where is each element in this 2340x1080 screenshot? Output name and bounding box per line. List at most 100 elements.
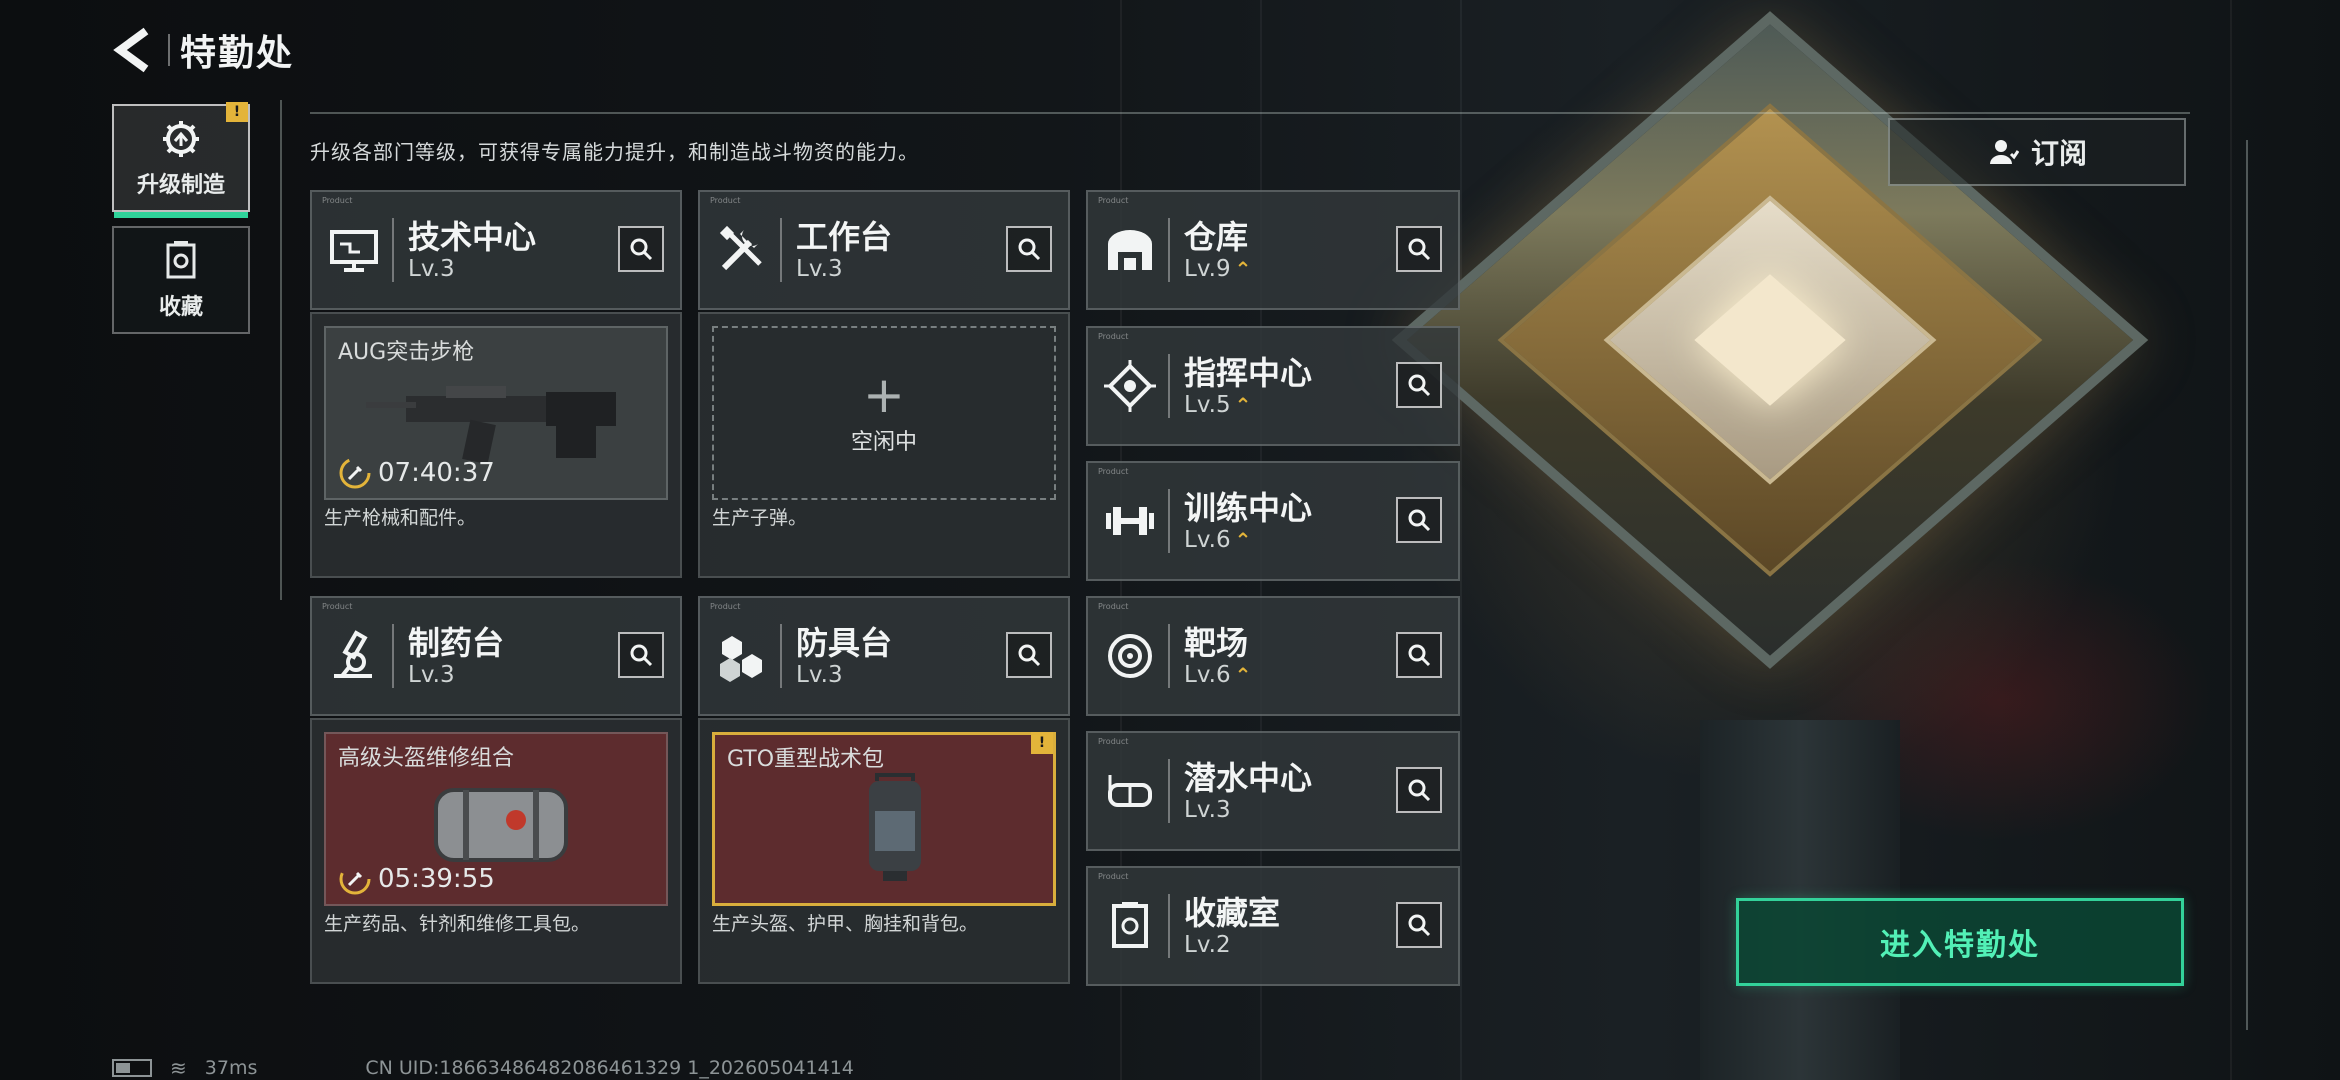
search-icon (1408, 914, 1431, 937)
search-button[interactable] (618, 226, 664, 272)
facility-caption: 生产枪械和配件。 (324, 507, 477, 529)
command-chip-icon (1102, 358, 1158, 414)
subscribe-label: 订阅 (2030, 137, 2087, 170)
upgrade-available-icon: ⌃ (1234, 528, 1252, 552)
warehouse-icon (1102, 222, 1158, 278)
facility-level: Lv.5 (1184, 392, 1231, 418)
item-name: AUG突击步枪 (338, 340, 475, 365)
upgrade-available-icon: ⌃ (1234, 663, 1252, 687)
facility-level: Lv.3 (796, 662, 843, 688)
facility-level: Lv.3 (408, 256, 455, 282)
facility-level: Lv.9 (1184, 256, 1231, 282)
back-arrow-icon[interactable] (112, 27, 154, 73)
enter-special-ops-button[interactable]: 进入特勤处 (1736, 898, 2184, 986)
production-timer: 05:39:55 (338, 862, 495, 896)
facility-card-pharmacy[interactable]: Product 制药台 Lv.3 (310, 596, 682, 716)
search-button[interactable] (1396, 632, 1442, 678)
facility-level: Lv.3 (796, 256, 843, 282)
subscribe-person-icon (1989, 140, 2019, 164)
armor-blocks-icon (714, 628, 770, 684)
tab-label: 升级制造 (136, 173, 225, 198)
search-button[interactable] (1396, 362, 1442, 408)
facility-name: 潜水中心 (1184, 759, 1313, 797)
search-icon (1408, 238, 1431, 261)
production-panel: ! GTO重型战术包 生产头盔、护甲、胸挂和背包。 (698, 718, 1070, 984)
battery-icon (112, 1059, 152, 1077)
production-timer: 07:40:37 (338, 456, 495, 490)
facility-card-shooting-range[interactable]: Product 靶场 Lv.6 ⌃ (1086, 596, 1460, 716)
facility-card-tech-center[interactable]: Product 技术中心 Lv.3 (310, 190, 682, 310)
microscope-icon (326, 628, 382, 684)
facility-card-armor-bench[interactable]: Product 防具台 Lv.3 (698, 596, 1070, 716)
idle-label: 空闲中 (850, 430, 917, 455)
search-button[interactable] (1396, 902, 1442, 948)
search-icon (630, 238, 653, 261)
title-separator (168, 34, 170, 66)
rifle-image (366, 386, 616, 465)
facility-card-workbench[interactable]: Product 工作台 Lv.3 (698, 190, 1070, 310)
facility-level: Lv.3 (1184, 797, 1231, 823)
upgrade-available-icon: ⌃ (1234, 393, 1252, 417)
target-icon (1102, 628, 1158, 684)
alert-badge: ! (1031, 732, 1053, 754)
tab-alert-badge: ! (226, 102, 248, 122)
facility-name: 收藏室 (1184, 894, 1281, 932)
frame-line (310, 112, 2190, 114)
search-icon (1018, 238, 1041, 261)
facility-card-command-center[interactable]: Product 指挥中心 Lv.5 ⌃ (1086, 326, 1460, 446)
status-bar: ≋ 37ms CN UID:18663486482086461329 1_202… (112, 1056, 854, 1080)
tab-upgrade-craft[interactable]: ! 升级制造 (112, 102, 250, 218)
empty-production-slot[interactable]: + 空闲中 (712, 326, 1056, 500)
page-title: 特勤处 (180, 33, 295, 74)
search-button[interactable] (1006, 226, 1052, 272)
player-uid: CN UID:18663486482086461329 1_2026050414… (365, 1057, 854, 1079)
monitor-icon (326, 222, 382, 278)
top-bar: 特勤处 (112, 24, 294, 76)
ping-value: 37ms (204, 1057, 258, 1079)
facility-card-training-center[interactable]: Product 训练中心 Lv.6 ⌃ (1086, 461, 1460, 581)
facility-name: 仓库 (1184, 218, 1249, 256)
page-description: 升级各部门等级，可获得专属能力提升，和制造战斗物资的能力。 (310, 140, 919, 164)
search-button[interactable] (1006, 632, 1052, 678)
facility-level: Lv.3 (408, 662, 455, 688)
dumbbell-icon (1102, 493, 1158, 549)
production-panel: AUG突击步枪 07:40:37 生产枪械和配件。 (310, 312, 682, 578)
search-icon (1408, 509, 1431, 532)
tactical-backpack-image (869, 773, 921, 881)
facility-level: Lv.6 (1184, 662, 1231, 688)
wifi-icon: ≋ (170, 1056, 187, 1080)
production-panel: + 空闲中 生产子弹。 (698, 312, 1070, 578)
facility-card-warehouse[interactable]: Product 仓库 Lv.9 ⌃ (1086, 190, 1460, 310)
subscribe-button[interactable]: 订阅 (1888, 118, 2186, 186)
search-icon (630, 644, 653, 667)
tab-collection[interactable]: 收藏 (112, 226, 250, 334)
production-slot[interactable]: AUG突击步枪 07:40:37 (324, 326, 668, 500)
production-panel: 高级头盔维修组合 05:39:55 生产药品、针剂和维修工具包。 (310, 718, 682, 984)
production-slot[interactable]: ! GTO重型战术包 (712, 732, 1056, 906)
repair-kit-bag-image (434, 788, 568, 862)
production-slot[interactable]: 高级头盔维修组合 05:39:55 (324, 732, 668, 906)
item-name: 高级头盔维修组合 (338, 746, 515, 771)
upgrade-available-icon: ⌃ (1234, 257, 1252, 281)
facility-level: Lv.6 (1184, 527, 1231, 553)
special-ops-cube-art (1391, 11, 2149, 669)
facility-name: 制药台 (408, 624, 505, 662)
add-plus-icon: + (863, 366, 905, 424)
search-button[interactable] (618, 632, 664, 678)
facility-card-diving-center[interactable]: Product 潜水中心 Lv.3 (1086, 731, 1460, 851)
search-button[interactable] (1396, 497, 1442, 543)
timer-text: 07:40:37 (378, 458, 495, 488)
collection-case-icon (1102, 898, 1158, 954)
facility-name: 工作台 (796, 218, 893, 256)
facility-caption: 生产药品、针剂和维修工具包。 (324, 913, 591, 935)
search-button[interactable] (1396, 767, 1442, 813)
diving-mask-icon (1102, 763, 1158, 819)
frame-line (2246, 140, 2248, 1030)
tools-icon (714, 222, 770, 278)
tab-label: 收藏 (158, 295, 203, 320)
timer-text: 05:39:55 (378, 864, 495, 894)
facility-name: 防具台 (796, 624, 893, 662)
facility-name: 靶场 (1184, 624, 1249, 662)
search-button[interactable] (1396, 226, 1442, 272)
facility-card-collection-room[interactable]: Product 收藏室 Lv.2 (1086, 866, 1460, 986)
